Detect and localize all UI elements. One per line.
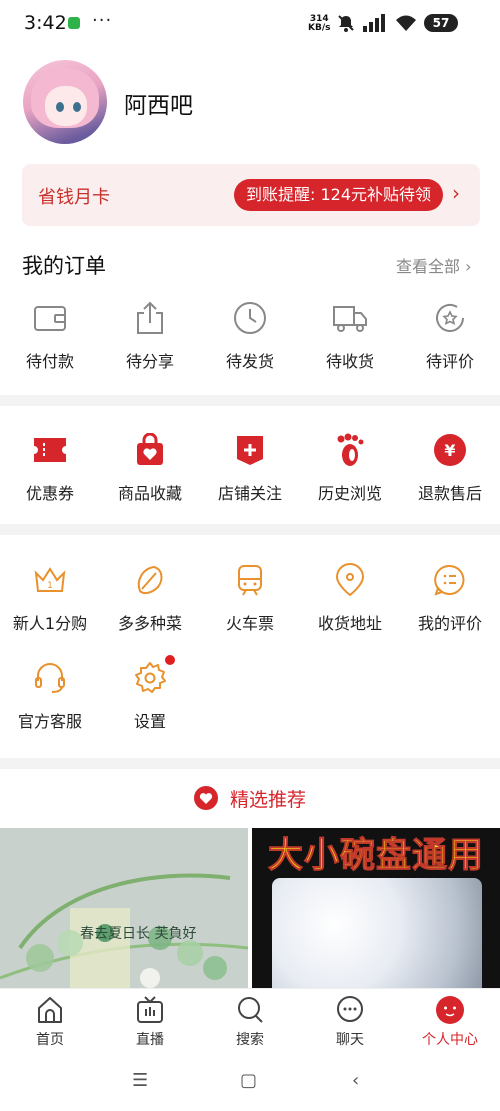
followed-stores-button[interactable]: 店铺关注 — [200, 430, 300, 504]
shortcut-row: 优惠券 商品收藏 店铺关注 历史浏览 ¥ 退款售后 — [0, 430, 500, 504]
product-card-bowl-cover[interactable]: 大小碗盘通用 — [252, 828, 500, 988]
profile-icon — [435, 995, 465, 1025]
bottom-tab-bar: 首页 直播 搜索 聊天 个人中心 — [0, 988, 500, 1052]
order-pending-share[interactable]: 待分享 — [100, 298, 200, 372]
customer-service-button[interactable]: 官方客服 — [0, 658, 100, 732]
product-banner-text: 大小碗盘通用 — [267, 836, 484, 877]
status-time: 3:42 — [24, 12, 67, 34]
wallet-icon — [30, 298, 70, 338]
heart-icon — [193, 786, 218, 810]
home-button[interactable]: ▢ — [240, 1070, 257, 1091]
tab-search[interactable]: 搜索 — [200, 989, 300, 1052]
newcomer-1-cent-button[interactable]: 1 新人1分购 — [0, 560, 100, 634]
tab-chat[interactable]: 聊天 — [300, 989, 400, 1052]
recent-apps-button[interactable]: ☰ — [132, 1070, 148, 1091]
mute-icon — [338, 15, 354, 32]
my-reviews-button[interactable]: 我的评价 — [400, 560, 500, 634]
crown-icon: 1 — [30, 560, 70, 600]
subsidy-reminder-pill[interactable]: 到账提醒: 124元补贴待领 — [234, 179, 444, 211]
back-button[interactable]: ‹ — [352, 1070, 359, 1091]
order-pending-receipt[interactable]: 待收货 — [300, 298, 400, 372]
profile-header: 阿西吧 — [0, 56, 500, 152]
train-tickets-button[interactable]: 火车票 — [200, 560, 300, 634]
footprint-icon — [330, 430, 370, 470]
orders-title: 我的订单 — [22, 254, 106, 278]
more-notifications-icon: ··· — [92, 10, 113, 31]
grow-vegetables-button[interactable]: 多多种菜 — [100, 560, 200, 634]
network-speed: 314 KB/s — [308, 14, 331, 33]
shipping-address-button[interactable]: 收货地址 — [300, 560, 400, 634]
refund-aftersale-button[interactable]: ¥ 退款售后 — [400, 430, 500, 504]
order-pending-review[interactable]: 待评价 — [400, 298, 500, 372]
tab-profile[interactable]: 个人中心 — [400, 989, 500, 1052]
orders-header: 我的订单 查看全部 › — [0, 240, 500, 284]
avatar[interactable] — [23, 60, 107, 144]
status-bar: 3:42 ··· 314 KB/s 57 — [0, 0, 500, 46]
truck-icon — [330, 298, 370, 338]
services-row-2: 官方客服 设置 — [0, 655, 500, 732]
chevron-right-icon: › — [452, 181, 460, 205]
order-status-row: 待付款 待分享 待发货 待收货 待评价 — [0, 298, 500, 372]
username: 阿西吧 — [124, 93, 193, 119]
jade-overlay-text: 春去夏日长 芙負好 — [80, 925, 196, 942]
settings-icon — [130, 658, 170, 698]
favorites-button[interactable]: 商品收藏 — [100, 430, 200, 504]
share-icon — [130, 298, 170, 338]
live-tv-icon — [135, 995, 165, 1025]
section-divider — [0, 758, 500, 769]
search-icon — [235, 995, 265, 1025]
services-row-1: 1 新人1分购 多多种菜 火车票 收货地址 我的评价 — [0, 560, 500, 634]
system-nav-bar: ☰ ▢ ‹ — [0, 1052, 500, 1111]
money-card-banner[interactable]: 省钱月卡 到账提醒: 124元补贴待领 › — [22, 164, 480, 226]
clock-icon — [230, 298, 270, 338]
comment-icon — [430, 560, 470, 600]
coupons-button[interactable]: 优惠券 — [0, 430, 100, 504]
store-follow-icon — [230, 430, 270, 470]
notification-icon — [68, 17, 80, 29]
favorite-bag-icon — [130, 430, 170, 470]
product-card-jade-bracelet[interactable]: 春去夏日长 芙負好 — [0, 828, 248, 988]
train-icon — [230, 560, 270, 600]
tab-live[interactable]: 直播 — [100, 989, 200, 1052]
section-divider — [0, 395, 500, 406]
money-card-title: 省钱月卡 — [38, 187, 110, 208]
signal-icon — [363, 14, 385, 32]
headset-icon — [30, 658, 70, 698]
location-icon — [330, 560, 370, 600]
home-icon — [35, 995, 65, 1025]
svg-text:1: 1 — [47, 581, 53, 591]
refund-icon: ¥ — [430, 430, 470, 470]
coupon-icon — [30, 430, 70, 470]
wifi-icon — [396, 15, 416, 31]
recommend-title: 精选推荐 — [229, 788, 306, 811]
jade-bracelet-image: 春去夏日长 芙負好 — [0, 828, 248, 988]
review-icon — [430, 298, 470, 338]
settings-badge — [165, 655, 175, 665]
svg-text:¥: ¥ — [444, 441, 455, 460]
chat-icon — [335, 995, 365, 1025]
bowl-cover-image — [272, 878, 482, 988]
view-all-orders-link[interactable]: 查看全部 › — [396, 253, 472, 277]
recommend-header: 精选推荐 — [0, 778, 500, 818]
app-root: 3:42 ··· 314 KB/s 57 阿西吧 省钱月卡 到账提醒: 124元补… — [0, 0, 500, 1111]
order-pending-shipment[interactable]: 待发货 — [200, 298, 300, 372]
status-icons: 57 — [336, 12, 458, 34]
browsing-history-button[interactable]: 历史浏览 — [300, 430, 400, 504]
vegetable-icon — [130, 560, 170, 600]
tab-home[interactable]: 首页 — [0, 989, 100, 1052]
order-pending-payment[interactable]: 待付款 — [0, 298, 100, 372]
section-divider — [0, 524, 500, 535]
battery-icon: 57 — [424, 14, 458, 32]
settings-button[interactable]: 设置 — [100, 655, 200, 732]
